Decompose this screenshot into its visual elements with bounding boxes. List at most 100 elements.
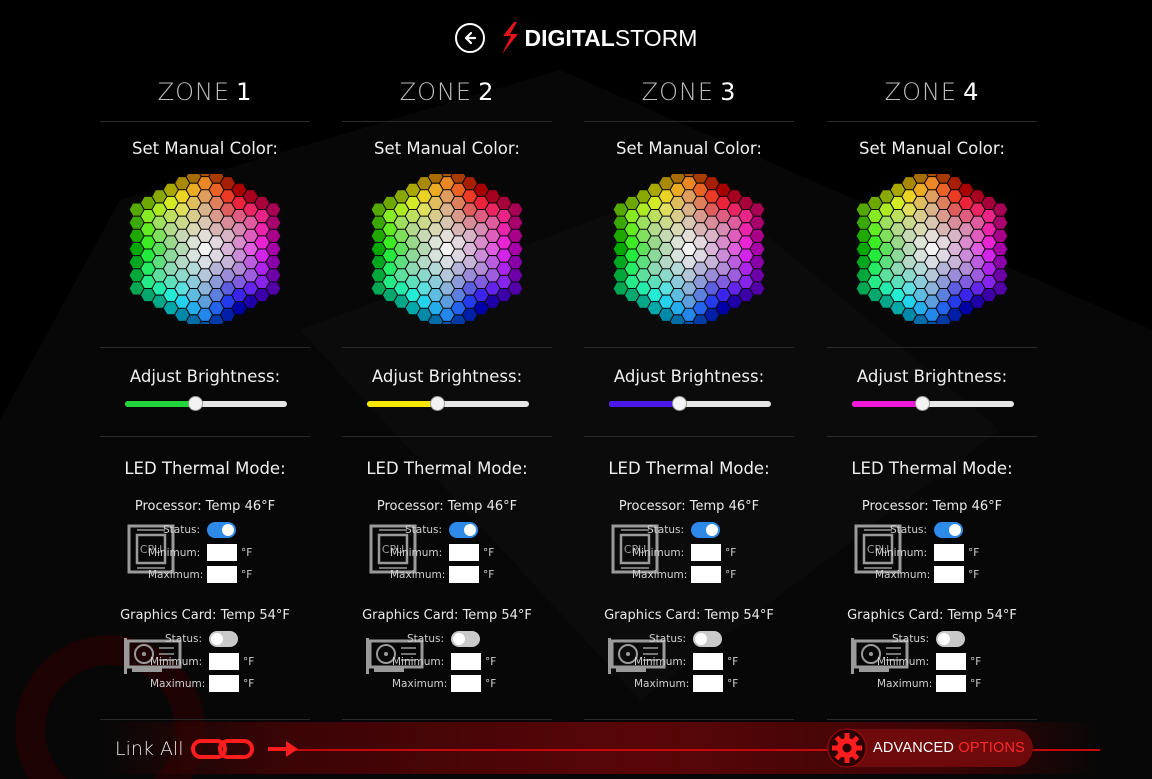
color-hex-cell[interactable]	[175, 256, 190, 269]
color-hex-cell[interactable]	[394, 282, 409, 295]
color-hex-cell[interactable]	[993, 229, 1008, 242]
color-hex-cell[interactable]	[625, 275, 639, 288]
color-hex-cell[interactable]	[947, 282, 962, 295]
color-hex-cell[interactable]	[141, 196, 155, 209]
color-hex-cell[interactable]	[670, 170, 685, 183]
color-hex-cell[interactable]	[727, 269, 742, 282]
color-hex-cell[interactable]	[428, 210, 443, 223]
color-hex-cell[interactable]	[739, 262, 753, 275]
color-hex-cell[interactable]	[232, 210, 247, 223]
color-hex-cell[interactable]	[716, 183, 731, 196]
color-hex-cell[interactable]	[186, 236, 201, 249]
color-hex-cell[interactable]	[209, 223, 224, 236]
color-hex-cell[interactable]	[394, 229, 409, 242]
color-hex-cell[interactable]	[371, 269, 386, 282]
color-hex-cell[interactable]	[129, 256, 144, 269]
color-hex-cell[interactable]	[209, 289, 224, 302]
color-hex-cell[interactable]	[462, 177, 477, 190]
color-hex-cell[interactable]	[175, 242, 190, 256]
color-hex-cell[interactable]	[670, 210, 685, 223]
color-hex-cell[interactable]	[739, 289, 753, 302]
color-hex-cell[interactable]	[152, 269, 167, 282]
color-hex-cell[interactable]	[209, 236, 224, 249]
color-hex-cell[interactable]	[704, 203, 719, 216]
brightness-slider-thumb[interactable]	[671, 396, 687, 411]
color-hex-cell[interactable]	[462, 242, 477, 256]
color-hex-cell[interactable]	[220, 203, 235, 216]
color-hex-cell[interactable]	[209, 315, 224, 328]
processor-status-toggle[interactable]	[449, 522, 478, 538]
color-hex-cell[interactable]	[266, 229, 281, 242]
color-hex-cell[interactable]	[255, 289, 269, 302]
color-hex-cell[interactable]	[428, 183, 443, 196]
color-hex-cell[interactable]	[371, 216, 386, 229]
color-hex-cell[interactable]	[209, 196, 224, 209]
color-hex-cell[interactable]	[682, 295, 696, 308]
color-hex-cell[interactable]	[220, 190, 235, 203]
color-hex-cell[interactable]	[727, 216, 742, 229]
graphics-card-status-toggle[interactable]	[451, 631, 480, 647]
color-hex-cell[interactable]	[209, 302, 224, 315]
color-hex-cell[interactable]	[693, 315, 708, 328]
color-hex-cell[interactable]	[485, 190, 500, 203]
color-hex-cell[interactable]	[682, 256, 696, 269]
color-hex-cell[interactable]	[243, 256, 258, 269]
color-hex-cell[interactable]	[497, 289, 511, 302]
color-hex-cell[interactable]	[371, 203, 386, 216]
color-hex-cell[interactable]	[670, 262, 685, 275]
color-hex-cell[interactable]	[417, 177, 432, 190]
color-hex-cell[interactable]	[739, 275, 753, 288]
color-hex-cell[interactable]	[243, 242, 258, 256]
color-hex-cell[interactable]	[405, 275, 420, 288]
color-hex-cell[interactable]	[982, 262, 996, 275]
color-hex-cell[interactable]	[485, 229, 500, 242]
color-hex-cell[interactable]	[243, 269, 258, 282]
color-hex-cell[interactable]	[417, 269, 432, 282]
color-hex-cell[interactable]	[186, 289, 201, 302]
color-hex-cell[interactable]	[129, 282, 144, 295]
color-hex-cell[interactable]	[704, 282, 719, 295]
color-hex-cell[interactable]	[636, 203, 651, 216]
color-hex-cell[interactable]	[982, 210, 996, 223]
color-hex-cell[interactable]	[750, 229, 765, 242]
color-hex-cell[interactable]	[405, 249, 420, 262]
color-hex-cell[interactable]	[474, 249, 489, 262]
color-hex-cell[interactable]	[186, 223, 201, 236]
color-hex-cell[interactable]	[716, 249, 731, 262]
color-hex-cell[interactable]	[198, 203, 212, 216]
color-hex-cell[interactable]	[716, 236, 731, 249]
color-hex-cell[interactable]	[902, 295, 917, 308]
color-hex-cell[interactable]	[716, 196, 731, 209]
color-hex-cell[interactable]	[947, 216, 962, 229]
color-hex-cell[interactable]	[750, 203, 765, 216]
color-hex-cell[interactable]	[868, 289, 882, 302]
color-hex-cell[interactable]	[925, 177, 939, 190]
color-hex-cell[interactable]	[947, 203, 962, 216]
color-hex-cell[interactable]	[868, 275, 882, 288]
color-hex-cell[interactable]	[879, 203, 894, 216]
color-hex-cell[interactable]	[152, 229, 167, 242]
advanced-options-button[interactable]: ADVANCED OPTIONS	[827, 728, 1033, 768]
color-hex-cell[interactable]	[451, 236, 466, 249]
color-hex-cell[interactable]	[383, 262, 397, 275]
color-hex-cell[interactable]	[727, 190, 742, 203]
color-hex-cell[interactable]	[163, 249, 178, 262]
color-hex-cell[interactable]	[394, 190, 409, 203]
color-hex-cell[interactable]	[682, 216, 696, 229]
color-hex-cell[interactable]	[739, 210, 753, 223]
color-hex-cell[interactable]	[750, 282, 765, 295]
color-hex-cell[interactable]	[993, 216, 1008, 229]
color-hex-cell[interactable]	[383, 196, 397, 209]
color-hex-cell[interactable]	[913, 249, 928, 262]
hex-color-picker[interactable]	[361, 163, 533, 335]
color-hex-cell[interactable]	[670, 236, 685, 249]
color-hex-cell[interactable]	[970, 295, 985, 308]
color-hex-cell[interactable]	[625, 223, 639, 236]
color-hex-cell[interactable]	[232, 275, 247, 288]
color-hex-cell[interactable]	[163, 223, 178, 236]
color-hex-cell[interactable]	[693, 262, 708, 275]
processor-maximum-input[interactable]	[934, 566, 964, 583]
color-hex-cell[interactable]	[451, 289, 466, 302]
color-hex-cell[interactable]	[636, 295, 651, 308]
color-hex-cell[interactable]	[198, 190, 212, 203]
